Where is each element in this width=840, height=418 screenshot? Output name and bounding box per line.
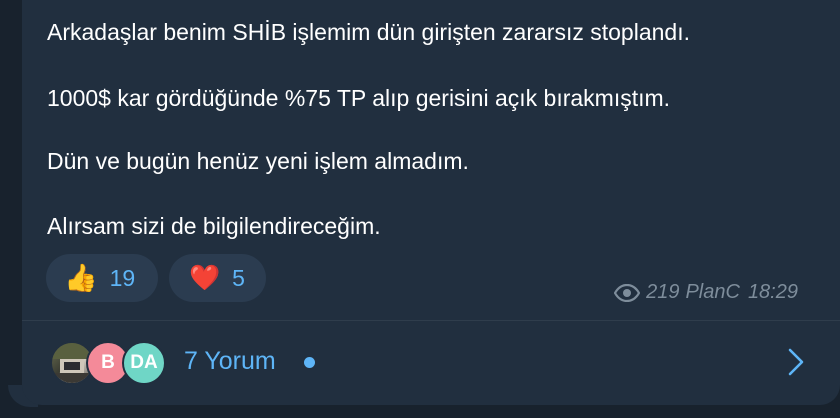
message-line: Arkadaşlar benim SHİB işlemim dün girişt… [47,19,690,45]
avatar-initials: DA [130,352,158,373]
view-count: 219 [646,281,680,303]
avatar: DA [122,341,166,385]
message-line: Dün ve bugün henüz yeni işlem almadım. [47,148,469,174]
message-line: 1000$ kar gördüğünde %75 TP alıp gerisin… [47,85,671,111]
avatar-initials: B [101,352,115,373]
post-author: PlanC [685,281,740,303]
reaction-heart[interactable]: ❤️ 5 [169,254,266,302]
message-meta: 219 PlanC 18:29 [614,281,798,304]
reaction-count: 19 [109,264,136,291]
chevron-right-icon[interactable] [786,347,806,382]
thumbs-up-icon: 👍 [64,262,98,293]
post-time: 18:29 [747,281,798,303]
comments-link[interactable]: 7 Yorum [184,347,276,376]
divider [22,320,840,321]
reaction-thumbs-up[interactable]: 👍 19 [46,254,158,302]
message-line: Alırsam sizi de bilgilendireceğim. [47,213,381,239]
eye-icon [614,283,641,302]
heart-icon: ❤️ [189,263,221,292]
reaction-count: 5 [232,264,245,291]
unread-dot [304,357,315,368]
